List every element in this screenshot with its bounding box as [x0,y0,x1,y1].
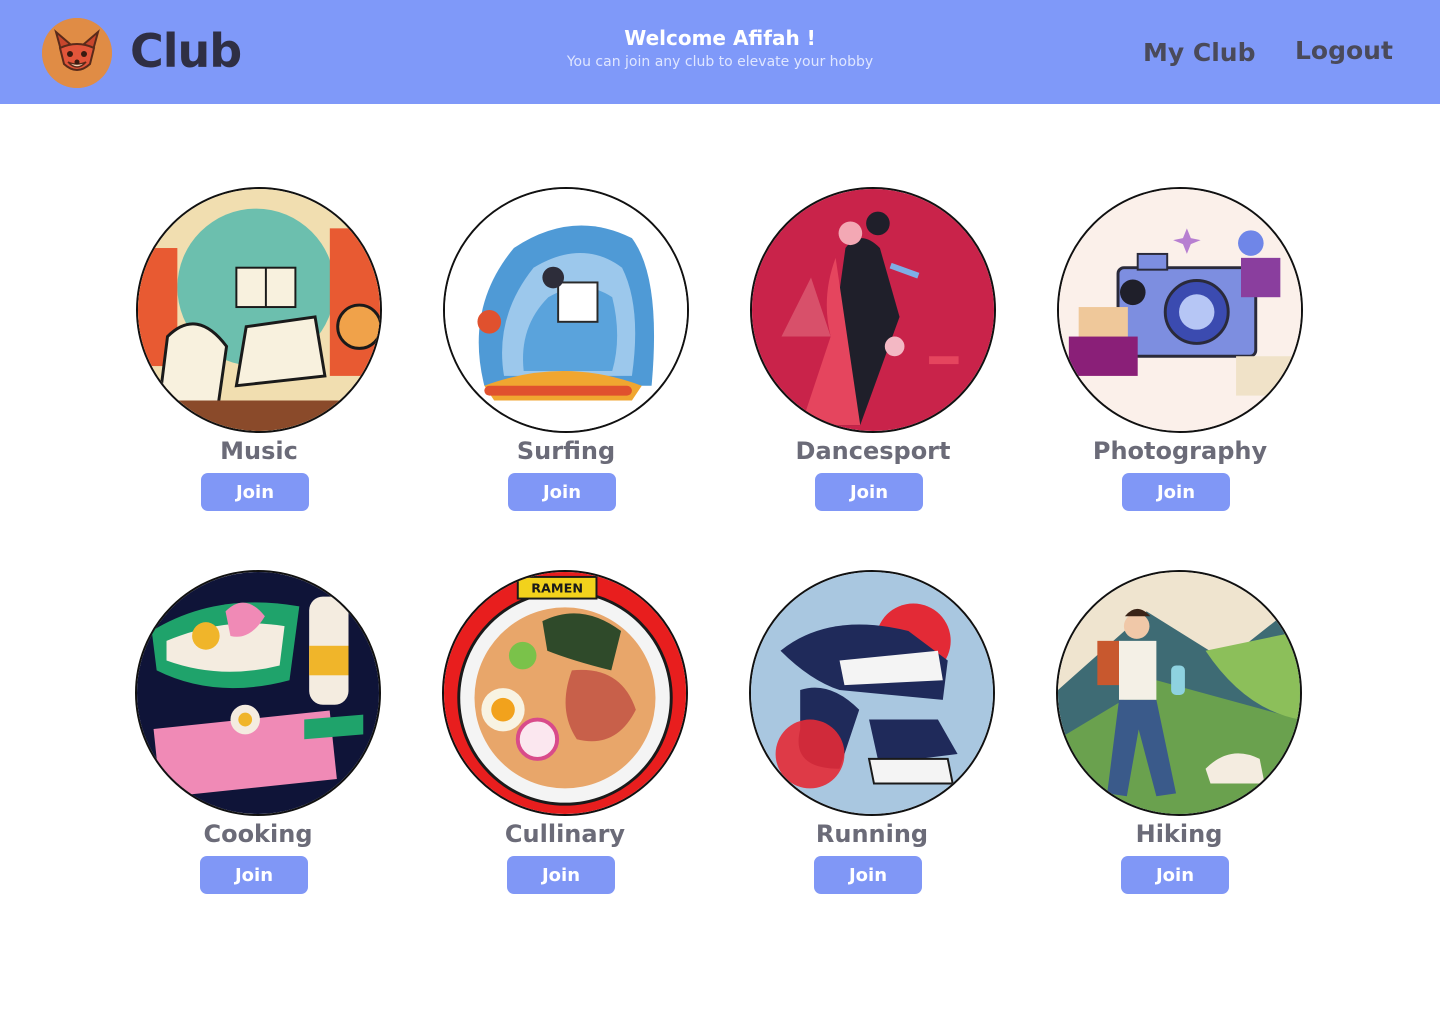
hiking-illustration-icon [1056,570,1302,816]
club-name: Dancesport [795,437,951,465]
join-button-dancesport[interactable]: Join [815,473,923,511]
cooking-illustration-icon [135,570,381,816]
club-name: Hiking [1135,820,1223,848]
club-name: Cooking [203,820,313,848]
join-button-surfing[interactable]: Join [508,473,616,511]
running-illustration-icon [749,570,995,816]
club-card-cooking: Cooking Join [128,570,388,900]
music-illustration-icon [136,187,382,433]
nav-my-club-link[interactable]: My Club [1143,38,1256,67]
surfing-illustration-icon [443,187,689,433]
ramen-sign-text: RAMEN [531,582,583,597]
club-card-music: Music Join [129,187,389,517]
club-card-dancesport: Dancesport Join [743,187,1003,517]
photography-illustration-icon [1057,187,1303,433]
join-button-photography[interactable]: Join [1122,473,1230,511]
club-card-surfing: Surfing Join [436,187,696,517]
club-card-hiking: Hiking Join [1049,570,1309,900]
club-card-running: Running Join [742,570,1002,900]
ramen-illustration-icon: RAMEN [442,570,688,816]
club-name: Music [220,437,298,465]
club-name: Running [815,820,929,848]
club-card-photography: Photography Join [1050,187,1310,517]
join-button-running[interactable]: Join [814,856,922,894]
top-navbar: Club Welcome Afifah ! You can join any c… [0,0,1440,104]
club-name: Cullinary [504,820,626,848]
club-name: Surfing [516,437,616,465]
club-card-cullinary: RAMEN Cullinary Join [435,570,695,900]
join-button-cullinary[interactable]: Join [507,856,615,894]
nav-logout-link[interactable]: Logout [1295,36,1393,65]
join-button-cooking[interactable]: Join [200,856,308,894]
join-button-hiking[interactable]: Join [1121,856,1229,894]
club-name: Photography [1092,437,1268,465]
dancesport-illustration-icon [750,187,996,433]
join-button-music[interactable]: Join [201,473,309,511]
